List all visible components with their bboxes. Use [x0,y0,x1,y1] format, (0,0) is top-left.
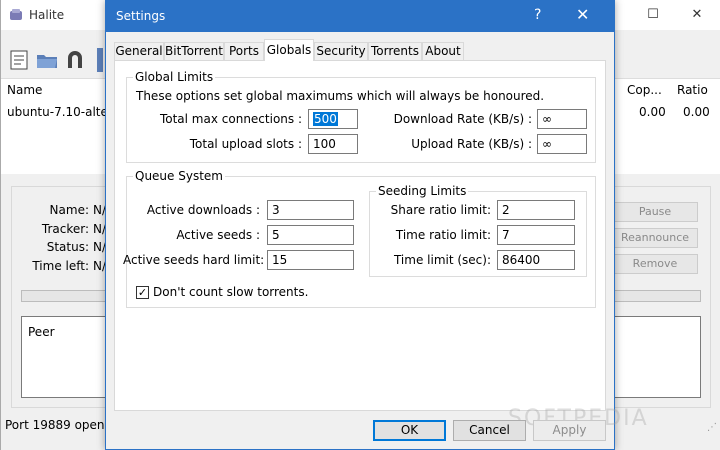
time-left-label: Time left: [32,259,89,273]
seeding-limits-title: Seeding Limits [376,184,469,198]
total-max-connections-input[interactable]: 500 [308,109,358,129]
column-header-name[interactable]: Name [7,83,42,97]
status-label: Status: [46,240,89,254]
share-ratio-input[interactable]: 2 [497,200,575,220]
total-max-connections-label: Total max connections : [159,112,302,126]
active-downloads-label: Active downloads : [146,203,260,217]
ok-button[interactable]: OK [373,420,446,441]
app-icon [10,9,22,20]
time-limit-label: Time limit (sec): [393,253,491,267]
cancel-button[interactable]: Cancel [453,420,526,441]
main-title: Halite [29,8,65,22]
tracker-label: Tracker: [41,222,89,236]
dialog-titlebar: Settings ? ✕ [106,1,614,32]
column-header-copies[interactable]: Cop... [627,83,662,97]
download-rate-label: Download Rate (KB/s) : [393,112,532,126]
time-ratio-input[interactable]: 7 [497,225,575,245]
active-downloads-input[interactable]: 3 [267,200,354,220]
peer-column-header: Peer [28,325,55,339]
tab-globals[interactable]: Globals [264,39,314,61]
resize-grip-icon[interactable]: ⋰ [707,422,717,433]
active-seeds-label: Active seeds : [176,228,260,242]
globals-panel: Global Limits These options set global m… [114,60,606,411]
torrent-name-cell[interactable]: ubuntu-7.10-altern [7,105,120,119]
maximize-button[interactable]: ☐ [633,0,673,30]
global-limits-title: Global Limits [133,70,216,84]
tab-ports[interactable]: Ports [224,42,264,61]
total-upload-slots-label: Total upload slots : [189,137,302,151]
tab-security[interactable]: Security [314,42,368,61]
close-button[interactable]: ✕ [677,0,717,30]
tab-general[interactable]: General [114,42,164,61]
slow-torrents-checkbox[interactable]: ✓ [136,286,149,299]
torrent-copies-cell: 0.00 [639,105,666,119]
torrent-ratio-cell: 0.00 [683,105,710,119]
upload-rate-label: Upload Rate (KB/s) : [411,137,532,151]
tab-about[interactable]: About [422,42,464,61]
tab-torrents[interactable]: Torrents [368,42,422,61]
tab-bittorrent[interactable]: BitTorrent [164,42,224,61]
open-folder-icon[interactable] [35,48,59,72]
remove-button[interactable]: Remove [612,254,698,274]
dialog-title: Settings [116,9,166,23]
name-label: Name: [49,203,89,217]
global-limits-description: These options set global maximums which … [136,89,545,103]
time-limit-input[interactable]: 86400 [497,250,575,270]
close-icon[interactable]: ✕ [576,5,589,24]
upload-rate-input[interactable]: ∞ [537,134,587,154]
pause-button[interactable]: Pause [612,202,698,222]
column-header-ratio[interactable]: Ratio [677,83,708,97]
apply-button[interactable]: Apply [533,420,606,441]
slow-torrents-label[interactable]: Don't count slow torrents. [153,285,308,299]
active-seeds-hard-limit-input[interactable]: 15 [267,250,354,270]
magnet-icon[interactable] [63,48,87,72]
add-torrent-icon[interactable] [7,48,31,72]
toolbar-partial-icon [97,48,103,72]
port-status-text: Port 19889 open [5,418,105,432]
total-upload-slots-input[interactable]: 100 [308,134,358,154]
queue-system-title: Queue System [133,169,225,183]
active-seeds-hard-limit-label: Active seeds hard limit: [123,253,265,267]
settings-dialog: Settings ? ✕ General BitTorrent Ports Gl… [105,0,647,450]
download-rate-input[interactable]: ∞ [537,109,587,129]
share-ratio-label: Share ratio limit: [390,203,491,217]
time-ratio-label: Time ratio limit: [395,228,491,242]
help-icon[interactable]: ? [534,7,541,23]
reannounce-button[interactable]: Reannounce [612,228,698,248]
active-seeds-input[interactable]: 5 [267,225,354,245]
